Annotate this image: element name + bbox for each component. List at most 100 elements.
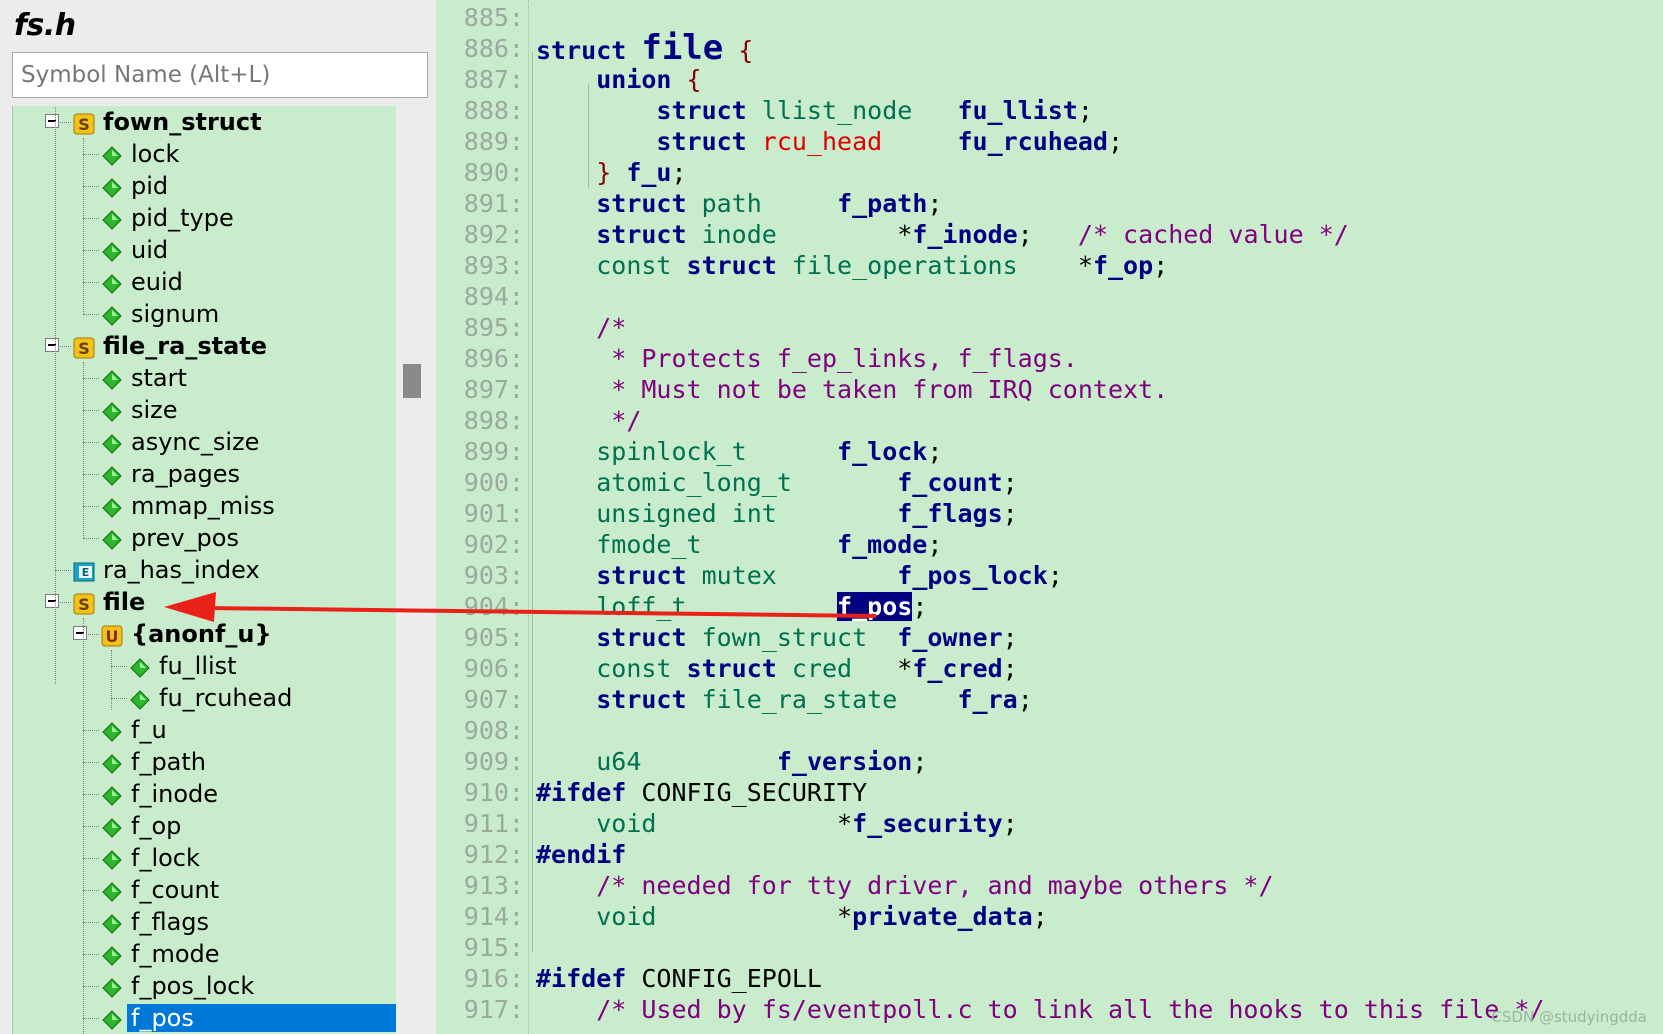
code-token: ; (1107, 127, 1124, 156)
tree-item[interactable]: euid (13, 266, 397, 298)
tree-guide-line (55, 106, 56, 684)
tree-item[interactable]: ra_pages (13, 458, 397, 490)
member-icon (101, 783, 123, 806)
tree-item[interactable]: Sfile (13, 586, 397, 618)
tree-item-label: uid (131, 236, 169, 264)
line-number: 905: (463, 623, 524, 652)
code-token: #ifdef (536, 964, 642, 993)
code-token: fown_struct (701, 623, 868, 652)
tree-item[interactable]: f_mode (13, 938, 397, 970)
code-token: f_mode (837, 530, 928, 559)
code-line: 916: #ifdef CONFIG_EPOLL (436, 963, 1663, 994)
code-text: unsigned int f_flags; (536, 498, 1017, 529)
code-token: f_lock (837, 437, 928, 466)
tree-item[interactable]: mmap_miss (13, 490, 397, 522)
tree-item[interactable]: lock (13, 138, 397, 170)
code-token: f_inode (912, 220, 1018, 249)
tree-item[interactable]: f_pos_lock (13, 970, 397, 1002)
code-token: { (723, 36, 754, 65)
code-text: fmode_t f_mode; (536, 529, 942, 560)
collapse-toggle-icon[interactable] (45, 114, 59, 128)
tree-item[interactable]: start (13, 362, 397, 394)
member-icon (129, 655, 151, 678)
tree-item[interactable]: Era_has_index (13, 554, 397, 586)
member-icon (101, 463, 123, 486)
collapse-toggle-icon[interactable] (73, 626, 87, 640)
line-number: 894: (463, 282, 524, 311)
code-line: 915: (436, 932, 1663, 963)
code-text: void *private_data; (536, 901, 1048, 932)
tree-scrollbar-thumb[interactable] (403, 364, 421, 398)
code-token: * (656, 902, 853, 931)
tree-item[interactable]: Sfile_ra_state (13, 330, 397, 362)
tree-item[interactable]: pid (13, 170, 397, 202)
tree-item[interactable]: async_size (13, 426, 397, 458)
code-token: mutex (701, 561, 777, 590)
code-token: */ (611, 406, 642, 435)
code-line: 900: atomic_long_t f_count; (436, 467, 1663, 498)
tree-item[interactable]: f_pos (13, 1002, 397, 1034)
tree-item[interactable]: U {anonf_u} (13, 618, 397, 650)
tree-item[interactable]: f_flags (13, 906, 397, 938)
tree-item[interactable]: fu_rcuhead (13, 682, 397, 714)
member-icon (101, 431, 123, 454)
code-token: spinlock_t (596, 437, 747, 466)
code-token: ; (927, 437, 943, 466)
tree-item[interactable]: f_u (13, 714, 397, 746)
highlighted-symbol[interactable]: f_pos (837, 592, 913, 621)
tree-item-label: lock (131, 140, 180, 168)
tree-item[interactable]: signum (13, 298, 397, 330)
collapse-toggle-icon[interactable] (45, 338, 59, 352)
tree-item[interactable]: fu_llist (13, 650, 397, 682)
code-token: f_op (1092, 251, 1154, 280)
code-token: * (1017, 251, 1093, 280)
struct-icon: S (73, 591, 95, 615)
code-token: file_operations (791, 251, 1018, 280)
tree-item[interactable]: f_count (13, 874, 397, 906)
tree-item[interactable]: pid_type (13, 202, 397, 234)
tree-guide-line (83, 618, 84, 1034)
code-token: ; (912, 747, 928, 776)
line-number: 896: (463, 344, 524, 373)
tree-item[interactable]: prev_pos (13, 522, 397, 554)
line-number: 890: (463, 158, 524, 187)
code-line: 901: unsigned int f_flags; (436, 498, 1663, 529)
tree-item[interactable]: f_op (13, 810, 397, 842)
tree-scrollbar[interactable] (396, 106, 430, 1034)
tree-connector (83, 442, 99, 443)
tree-item-label: start (131, 364, 187, 392)
tree-item[interactable]: uid (13, 234, 397, 266)
code-token: #ifdef (536, 778, 642, 807)
code-line: 902: fmode_t f_mode; (436, 529, 1663, 560)
tree-item-label: ra_has_index (103, 556, 260, 584)
tree-item[interactable]: f_inode (13, 778, 397, 810)
tree-connector (83, 858, 99, 859)
code-editor[interactable]: 885: 886: struct file {887: union {888: st… (436, 0, 1663, 1034)
svg-text:S: S (78, 115, 90, 134)
tree-item[interactable]: Sfown_struct (13, 106, 397, 138)
tree-item[interactable]: size (13, 394, 397, 426)
code-line: 908: (436, 715, 1663, 746)
tree-connector (111, 698, 127, 699)
code-text: #endif (536, 839, 626, 870)
tree-item[interactable]: f_lock (13, 842, 397, 874)
line-number: 893: (463, 251, 524, 280)
code-token: ; (1032, 902, 1048, 931)
symbol-search-input[interactable] (12, 52, 428, 98)
code-token: /* Used by fs/eventpoll.c to link all th… (596, 995, 1545, 1024)
code-token: file (641, 28, 724, 68)
collapse-toggle-icon[interactable] (45, 594, 59, 608)
line-number: 911: (463, 809, 524, 838)
code-line: 897: * Must not be taken from IRQ contex… (436, 374, 1663, 405)
tree-item[interactable]: f_path (13, 746, 397, 778)
